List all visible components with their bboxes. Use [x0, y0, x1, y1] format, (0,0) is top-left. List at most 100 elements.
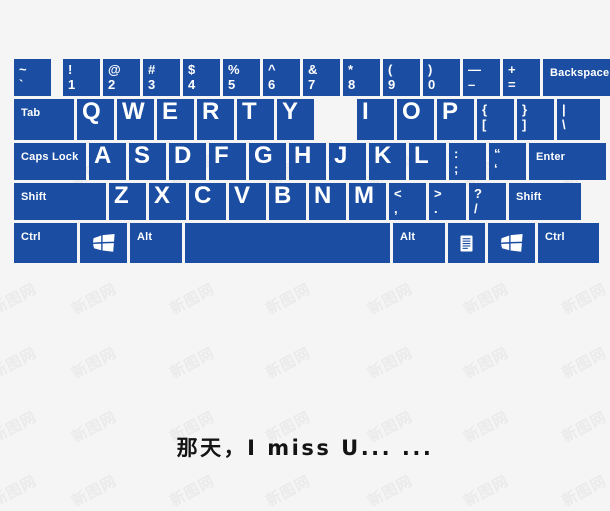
key-shift-left[interactable]: Shift — [14, 183, 106, 220]
key-missing-u-key — [317, 99, 354, 140]
key-label: G — [254, 142, 273, 169]
watermark-text: 新图网 — [460, 278, 512, 319]
key-label: Caps Lock — [21, 151, 79, 163]
key-tab[interactable]: Tab — [14, 99, 74, 140]
key-spacer — [54, 59, 60, 96]
key-label: Shift — [516, 191, 542, 203]
key-label-shifted: ! — [68, 62, 73, 77]
key-left-bracket[interactable]: {[ — [477, 99, 514, 140]
key-q[interactable]: Q — [77, 99, 114, 140]
key-h[interactable]: H — [289, 143, 326, 180]
key-label: Ctrl — [545, 231, 565, 243]
key-label-shifted: + — [508, 62, 516, 77]
key-label-base: . — [434, 201, 438, 216]
watermark-text: 新图网 — [166, 470, 218, 511]
key-shift-right[interactable]: Shift — [509, 183, 581, 220]
key-quote[interactable]: “‘ — [489, 143, 526, 180]
key-0[interactable]: ) 0 — [423, 59, 460, 96]
key-caps-lock[interactable]: Caps Lock — [14, 143, 86, 180]
key-backslash[interactable]: | \ — [557, 99, 600, 140]
key-label-base: – — [468, 77, 476, 92]
key-5[interactable]: % 5 — [223, 59, 260, 96]
key-d[interactable]: D — [169, 143, 206, 180]
key-period[interactable]: >. — [429, 183, 466, 220]
key-v[interactable]: V — [229, 183, 266, 220]
key-label: J — [334, 142, 348, 169]
key-n[interactable]: N — [309, 183, 346, 220]
key-label-base: 7 — [308, 77, 316, 92]
key-m[interactable]: M — [349, 183, 386, 220]
key-label-base: 4 — [188, 77, 196, 92]
watermark-text: 新图网 — [166, 278, 218, 319]
key-label: M — [354, 182, 374, 209]
key-semicolon[interactable]: :; — [449, 143, 486, 180]
key-label-base: ‘ — [494, 161, 498, 176]
key-right-bracket[interactable]: }] — [517, 99, 554, 140]
watermark-text: 新图网 — [68, 278, 120, 319]
key-spacebar[interactable] — [185, 223, 390, 263]
key-k[interactable]: K — [369, 143, 406, 180]
key-comma[interactable]: <, — [389, 183, 426, 220]
key-p[interactable]: P — [437, 99, 474, 140]
key-backspace[interactable]: Backspace — [543, 59, 610, 96]
key-j[interactable]: J — [329, 143, 366, 180]
key-ctrl-right[interactable]: Ctrl — [538, 223, 599, 263]
key-label-base: 6 — [268, 77, 276, 92]
key-alt-right[interactable]: Alt — [393, 223, 445, 263]
key-w[interactable]: W — [117, 99, 154, 140]
key-label-base: ; — [454, 161, 459, 176]
key-label: + = — [508, 62, 516, 92]
key-b[interactable]: B — [269, 183, 306, 220]
key-label: O — [402, 98, 421, 125]
key-l[interactable]: L — [409, 143, 446, 180]
key-label: — – — [468, 62, 481, 92]
watermark-text: 新图网 — [558, 470, 610, 511]
key-6[interactable]: ^ 6 — [263, 59, 300, 96]
key-label: & 7 — [308, 62, 317, 92]
key-label-shifted: ~ — [19, 62, 27, 77]
key-ctrl-left[interactable]: Ctrl — [14, 223, 77, 263]
key-slash[interactable]: ? / — [469, 183, 506, 220]
key-t[interactable]: T — [237, 99, 274, 140]
key-y[interactable]: Y — [277, 99, 314, 140]
key-label-shifted: { — [482, 102, 488, 117]
key-label-base: [ — [482, 117, 487, 132]
watermark-text: 新图网 — [68, 342, 120, 383]
key-1[interactable]: ! 1 — [63, 59, 100, 96]
key-i[interactable]: I — [357, 99, 394, 140]
key-s[interactable]: S — [129, 143, 166, 180]
key-r[interactable]: R — [197, 99, 234, 140]
key-z[interactable]: Z — [109, 183, 146, 220]
key-alt-left[interactable]: Alt — [130, 223, 182, 263]
key-o[interactable]: O — [397, 99, 434, 140]
key-windows-logo-key-left[interactable] — [80, 223, 127, 263]
key-label-base: 1 — [68, 77, 76, 92]
key-7[interactable]: & 7 — [303, 59, 340, 96]
key-9[interactable]: (9 — [383, 59, 420, 96]
key-8[interactable]: * 8 — [343, 59, 380, 96]
key-label-base: 0 — [428, 77, 436, 92]
key-x[interactable]: X — [149, 183, 186, 220]
key-c[interactable]: C — [189, 183, 226, 220]
key-tilde[interactable]: ~ ` — [14, 59, 51, 96]
key-windows-logo-key-right[interactable] — [488, 223, 535, 263]
key-context-menu-key[interactable] — [448, 223, 485, 263]
key-enter[interactable]: Enter — [529, 143, 606, 180]
key-a[interactable]: A — [89, 143, 126, 180]
key-label-shifted: > — [434, 186, 442, 201]
key-2[interactable]: @2 — [103, 59, 140, 96]
key-3[interactable]: #3 — [143, 59, 180, 96]
key-minus[interactable]: — – — [463, 59, 500, 96]
watermark-text: 新图网 — [0, 470, 40, 511]
key-label: Y — [282, 98, 299, 125]
keyboard-row-zxcv-row: Shift Z X C V B N M <, >.? / Shift — [14, 183, 600, 220]
key-f[interactable]: F — [209, 143, 246, 180]
key-4[interactable]: $4 — [183, 59, 220, 96]
key-label-shifted: * — [348, 62, 354, 77]
key-label: % 5 — [228, 62, 240, 92]
key-g[interactable]: G — [249, 143, 286, 180]
key-e[interactable]: E — [157, 99, 194, 140]
key-label: }] — [522, 102, 527, 132]
key-equals[interactable]: + = — [503, 59, 540, 96]
key-label: | \ — [562, 102, 566, 132]
